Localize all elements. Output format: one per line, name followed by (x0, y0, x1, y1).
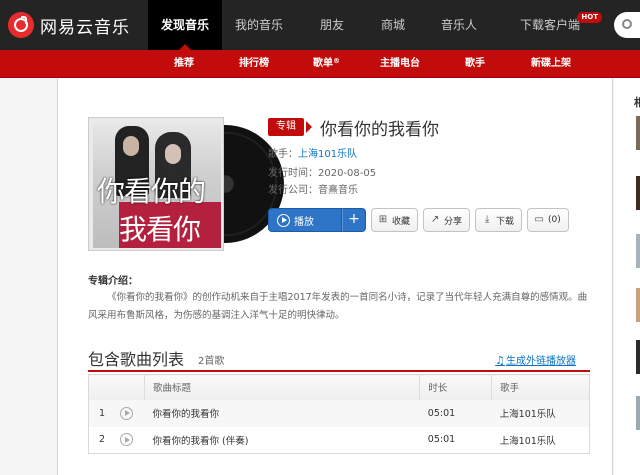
intro-text: 《你看你的我看你》的创作动机来自于主唱2017年发表的一首同名小诗，记录了当代年… (88, 292, 588, 321)
songlist-title: 包含歌曲列表 (88, 350, 185, 369)
nav-musician[interactable]: 音乐人 (418, 0, 500, 50)
share-icon: ↗ (430, 214, 440, 225)
subnav-playlists-label: 歌单 (313, 58, 333, 69)
nav-download-client[interactable]: 下载客户端 HOT (500, 0, 602, 50)
release-date: 2020-08-05 (318, 168, 377, 179)
song-duration: 05:01 (419, 399, 492, 427)
album-cover: 你看你的 我看你 (88, 117, 284, 251)
songlist-count: 2首歌 (198, 356, 225, 367)
hot-badge: HOT (577, 12, 602, 23)
cover-text-line2: 我看你 (119, 213, 201, 246)
sidebar-album-thumb[interactable] (636, 234, 640, 268)
table-row[interactable]: 2 你看你的我看你 (伴奏) 05:01 上海101乐队 (88, 426, 590, 454)
folder-icon: ⊞ (378, 214, 388, 225)
subnav-charts[interactable]: 排行榜 (239, 50, 269, 78)
subnav-radio[interactable]: 主播电台 (380, 50, 420, 78)
logo[interactable]: 网易云音乐 (8, 11, 130, 39)
sub-navbar: 推荐 排行榜 歌单® 主播电台 歌手 新碟上架 (0, 50, 640, 78)
song-index: 1 (88, 399, 145, 427)
search-icon (622, 19, 632, 29)
col-index (88, 374, 145, 400)
main-nav: 发现音乐 我的音乐 朋友 商城 音乐人 下载客户端 HOT (148, 0, 602, 50)
company-label: 发行公司： (268, 185, 318, 196)
download-button[interactable]: ⤓ 下载 (475, 208, 523, 232)
comment-icon: ▭ (534, 214, 544, 225)
sidebar-album-thumb[interactable] (636, 288, 640, 322)
play-icon (277, 213, 290, 227)
intro-title: 专辑介绍： (88, 276, 138, 287)
sidebar-album-thumb[interactable] (636, 116, 640, 150)
col-artist: 歌手 (491, 374, 590, 400)
play-label: 播放 (294, 216, 314, 228)
subnav-artists[interactable]: 歌手 (465, 50, 485, 78)
generate-player-link[interactable]: ♫生成外链播放器 (495, 352, 576, 367)
song-table: 歌曲标题 时长 歌手 1 你看你的我看你 05:01 上海101乐队 2 你看你… (88, 374, 590, 454)
cover-face-right (165, 144, 181, 164)
song-duration: 05:01 (419, 426, 492, 454)
song-index: 2 (88, 426, 145, 454)
download-label: 下载 (496, 216, 515, 227)
nav-friends[interactable]: 朋友 (296, 0, 368, 50)
play-song-icon[interactable] (120, 406, 134, 420)
generate-player-label: 生成外链播放器 (506, 356, 576, 367)
search-box[interactable] (614, 12, 640, 38)
sidebar-album-thumb[interactable] (636, 396, 640, 430)
right-sidebar: 相 (614, 78, 640, 475)
brand-name: 网易云音乐 (40, 17, 130, 38)
download-icon: ⤓ (484, 214, 490, 225)
release-company: 音熹音乐 (318, 185, 358, 196)
col-title: 歌曲标题 (143, 374, 420, 400)
play-song-icon[interactable] (120, 433, 134, 447)
collect-button[interactable]: ⊞ 收藏 (371, 208, 419, 232)
company-row: 发行公司：音熹音乐 (268, 181, 358, 196)
netease-music-logo-icon (8, 12, 34, 38)
add-to-playlist-button[interactable]: + (342, 208, 366, 232)
sidebar-album-thumb[interactable] (636, 340, 640, 374)
music-note-icon: ♫ (495, 354, 505, 367)
nav-download-label: 下载客户端 (519, 18, 580, 32)
subnav-new-albums[interactable]: 新碟上架 (531, 50, 571, 78)
cover-text-line1: 你看你的 (97, 175, 206, 208)
nav-my-music[interactable]: 我的音乐 (222, 0, 296, 50)
song-table-header: 歌曲标题 时长 歌手 (88, 374, 590, 400)
nav-mall[interactable]: 商城 (368, 0, 418, 50)
cover-face-left (123, 136, 139, 156)
artist-label: 歌手： (268, 149, 298, 160)
share-label: 分享 (444, 216, 463, 227)
sidebar-title: 相 (634, 96, 640, 109)
album-panel: 你看你的 我看你 专辑 你看你的我看你 歌手：上海101乐队 发行时间：2020… (57, 78, 613, 475)
date-label: 发行时间： (268, 168, 318, 179)
subnav-sup: ® (333, 57, 340, 65)
collect-label: 收藏 (392, 216, 411, 227)
subnav-recommend[interactable]: 推荐 (166, 50, 202, 78)
song-artist[interactable]: 上海101乐队 (491, 399, 590, 427)
comment-count: (0) (548, 215, 561, 225)
song-index-number: 2 (99, 434, 106, 446)
artist-row: 歌手：上海101乐队 (268, 145, 357, 160)
table-row[interactable]: 1 你看你的我看你 05:01 上海101乐队 (88, 399, 590, 427)
top-navbar: 网易云音乐 发现音乐 我的音乐 朋友 商城 音乐人 下载客户端 HOT (0, 0, 640, 50)
artist-link[interactable]: 上海101乐队 (298, 149, 357, 160)
album-tag: 专辑 (268, 118, 312, 136)
album-title: 你看你的我看你 (320, 120, 439, 140)
song-index-number: 1 (99, 407, 106, 419)
album-cover-art: 你看你的 我看你 (88, 117, 224, 251)
songlist-header: 包含歌曲列表 2首歌 ♫生成外链播放器 (88, 346, 590, 372)
play-button[interactable]: 播放 (268, 208, 342, 232)
song-title[interactable]: 你看你的我看你 (伴奏) (144, 426, 420, 454)
nav-discover[interactable]: 发现音乐 (148, 0, 222, 50)
col-duration: 时长 (419, 374, 492, 400)
action-buttons: 播放 + ⊞ 收藏 ↗ 分享 ⤓ 下载 ▭ (0) (268, 208, 569, 232)
share-button[interactable]: ↗ 分享 (423, 208, 471, 232)
date-row: 发行时间：2020-08-05 (268, 164, 376, 179)
song-title[interactable]: 你看你的我看你 (144, 399, 420, 427)
subnav-playlists[interactable]: 歌单® (313, 50, 340, 78)
song-artist[interactable]: 上海101乐队 (491, 426, 590, 454)
sidebar-album-thumb[interactable] (636, 176, 640, 210)
comment-button[interactable]: ▭ (0) (527, 208, 569, 232)
